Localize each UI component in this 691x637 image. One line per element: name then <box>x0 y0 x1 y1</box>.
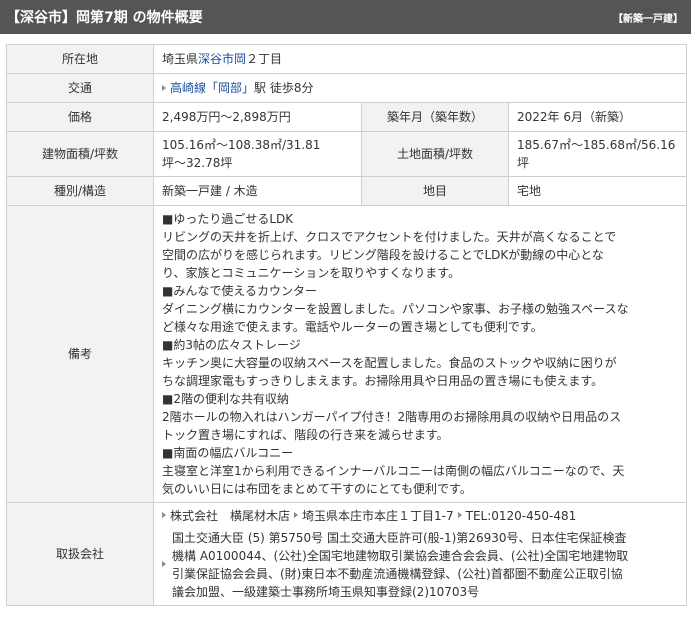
land-area-label: 土地面積/坪数 <box>361 131 509 177</box>
remarks-line: 空間の広がりを感じられます。リビング階段を設けることでLDKが動線の中心とな <box>162 248 604 262</box>
agent-label: 取扱会社 <box>6 502 154 606</box>
bullet-triangle-icon <box>162 84 166 91</box>
address-value: 埼玉県深谷市岡２丁目 <box>152 44 688 74</box>
transport-label: 交通 <box>6 73 154 103</box>
land-category-value: 宅地 <box>507 176 688 206</box>
remarks-line: り、家族とコミュニケーションを取りやすくなります。 <box>162 266 461 280</box>
property-spec-table: 所在地 埼玉県深谷市岡２丁目 交通 高崎線「岡部」駅 徒歩8分 価格 2,498… <box>6 44 688 606</box>
remarks-line: リビングの天井を折上げ、クロスでアクセントを付けました。天井が高くなることで <box>162 230 617 244</box>
row-price: 価格 2,498万円～2,898万円 築年月（築年数） 2022年 6月（新築） <box>6 102 688 132</box>
bullet-triangle-icon <box>162 512 166 518</box>
address-prefix: 埼玉県 <box>162 52 199 66</box>
license-line: 国土交通大臣 (5) 第5750号 国土交通大臣許可(般-1)第26930号、日… <box>172 531 627 545</box>
row-address: 所在地 埼玉県深谷市岡２丁目 <box>6 44 688 74</box>
type-value: 新築一戸建 / 木造 <box>153 176 362 206</box>
row-type: 種別/構造 新築一戸建 / 木造 地目 宅地 <box>6 176 688 206</box>
row-agent: 取扱会社 株式会社 横尾材木店 埼玉県本庄市本庄１丁目1-7 TEL:0120-… <box>6 502 688 606</box>
remarks-line: 気のいい日には布団をまとめて干すのにとても便利です。 <box>162 482 472 496</box>
license-line: 議会加盟、一級建築士事務所埼玉県知事登録(2)10703号 <box>172 585 480 599</box>
license-text: 国土交通大臣 (5) 第5750号 国土交通大臣許可(般-1)第26930号、日… <box>170 529 628 601</box>
agent-contact: 株式会社 横尾材木店 埼玉県本庄市本庄１丁目1-7 TEL:0120-450-4… <box>162 507 678 525</box>
remarks-label: 備考 <box>6 205 154 503</box>
license-line: 引業保証協会会員、(財)東日本不動産流通機構登録、(公社)首都圏不動産公正取引協 <box>172 567 623 581</box>
transport-value: 高崎線「岡部」駅 徒歩8分 <box>152 73 688 103</box>
train-line-link[interactable]: 高崎線 <box>170 81 206 95</box>
land-area-value: 185.67㎡～185.68㎡/56.16坪 <box>507 131 688 177</box>
built-value: 2022年 6月（新築） <box>507 102 688 132</box>
agent-address: 埼玉県本庄市本庄１丁目1-7 <box>302 509 454 523</box>
remarks-line: キッチン奥に大容量の収納スペースを配置しました。食品のストックや収納に困りが <box>162 356 617 370</box>
agent-value: 株式会社 横尾材木店 埼玉県本庄市本庄１丁目1-7 TEL:0120-450-4… <box>152 502 688 606</box>
address-suffix: ２丁目 <box>246 52 283 66</box>
station-link[interactable]: 「岡部」 <box>206 81 254 95</box>
agent-company: 株式会社 横尾材木店 <box>170 509 291 523</box>
remarks-line: ダイニング横にカウンターを設置しました。パソコンや家事、お子様の勉強スペースな <box>162 302 629 316</box>
section-header: 【深谷市】岡第7期 の物件概要 【新築一戸建】 <box>0 0 691 34</box>
building-area-label: 建物面積/坪数 <box>6 131 154 177</box>
bullet-triangle-icon <box>294 512 299 518</box>
remarks-value: ■ゆったり過ごせるLDK リビングの天井を折上げ、クロスでアクセントを付けました… <box>152 205 688 503</box>
remarks-line: ど様々な用途で使えます。電話やルーターの置き場としても便利です。 <box>162 320 543 334</box>
row-transport: 交通 高崎線「岡部」駅 徒歩8分 <box>6 73 688 103</box>
row-area: 建物面積/坪数 105.16㎡～108.38㎡/31.81 坪～32.78坪 土… <box>6 131 688 177</box>
remarks-line: ■約3帖の広々ストレージ <box>162 338 301 352</box>
agent-license: 国土交通大臣 (5) 第5750号 国土交通大臣許可(般-1)第26930号、日… <box>162 529 678 601</box>
bullet-triangle-icon <box>457 512 462 518</box>
land-category-label: 地目 <box>361 176 509 206</box>
price-label: 価格 <box>6 102 154 132</box>
remarks-line: ■ゆったり過ごせるLDK <box>162 212 294 226</box>
row-remarks: 備考 ■ゆったり過ごせるLDK リビングの天井を折上げ、クロスでアクセントを付け… <box>6 205 688 503</box>
type-label: 種別/構造 <box>6 176 154 206</box>
remarks-line: ■南面の幅広バルコニー <box>162 446 294 460</box>
property-type-badge: 【新築一戸建】 <box>613 13 683 25</box>
remarks-line: ■2階の便利な共有収納 <box>162 392 289 406</box>
price-value: 2,498万円～2,898万円 <box>153 102 362 132</box>
bullet-triangle-icon <box>162 561 166 567</box>
remarks-line: ■みんなで使えるカウンター <box>162 284 317 298</box>
building-area-line1: 105.16㎡～108.38㎡/31.81 <box>162 138 321 152</box>
remarks-line: 主寝室と洋室1から利用できるインナーバルコニーは南側の幅広バルコニーなので、天 <box>162 464 625 478</box>
building-area-value: 105.16㎡～108.38㎡/31.81 坪～32.78坪 <box>153 131 362 177</box>
page-title: 【深谷市】岡第7期 の物件概要 <box>6 10 203 26</box>
remarks-line: 2階ホールの物入れはハンガーパイプ付き！2階専用のお掃除用具の収納や日用品のス <box>162 410 622 424</box>
license-line: 機構 A0100044、(公社)全国宅地建物取引業協会連合会会員、(公社)全国宅… <box>172 549 629 563</box>
agent-tel: TEL:0120-450-481 <box>465 509 577 523</box>
built-label: 築年月（築年数） <box>361 102 509 132</box>
remarks-line: ちな調理家電もすっきりしまえます。お掃除用具や日用品の置き場にも使えます。 <box>162 374 604 388</box>
building-area-line2: 坪～32.78坪 <box>162 156 233 170</box>
remarks-line: トック置き場にすれば、階段の行き来を減らせます。 <box>162 428 449 442</box>
address-city-link[interactable]: 深谷市岡 <box>198 52 246 66</box>
address-label: 所在地 <box>6 44 154 74</box>
walk-time: 駅 徒歩8分 <box>254 81 314 95</box>
